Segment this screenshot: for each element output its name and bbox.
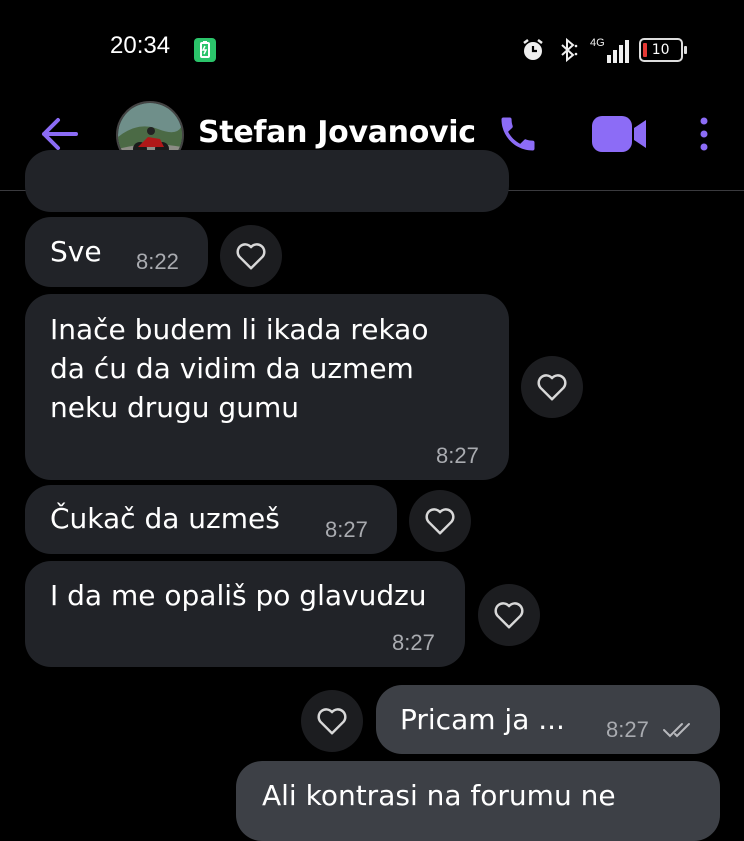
double-check-icon bbox=[662, 712, 696, 750]
previous-message-bubble bbox=[25, 150, 509, 212]
message-text-line: Inače budem li ikada rekao bbox=[50, 313, 429, 346]
status-time: 20:34 bbox=[110, 32, 171, 59]
message-text-line: neku drugu gumu bbox=[50, 391, 299, 424]
message-bubble[interactable]: I da me opališ po glavudzu 8:27 bbox=[25, 561, 465, 667]
signal-icon bbox=[606, 40, 629, 63]
contact-name[interactable]: Stefan Jovanovic bbox=[198, 115, 476, 150]
message-time: 8:27 bbox=[325, 517, 368, 542]
network-type: 4G bbox=[590, 37, 605, 49]
battery-level: 10 bbox=[651, 42, 670, 58]
outgoing-message-bubble[interactable]: Pricam ja ... 8:27 bbox=[376, 685, 720, 754]
message-bubble[interactable]: Čukač da uzmeš 8:27 bbox=[25, 485, 397, 554]
message-time: 8:27 bbox=[436, 443, 479, 468]
alarm-icon bbox=[523, 39, 543, 60]
heart-icon[interactable] bbox=[220, 225, 282, 287]
video-icon[interactable] bbox=[590, 112, 648, 156]
battery-saver-icon bbox=[194, 38, 216, 62]
message-text: Ali kontrasi na forumu ne bbox=[262, 779, 616, 812]
heart-icon[interactable] bbox=[521, 356, 583, 418]
heart-icon[interactable] bbox=[478, 584, 540, 646]
message-time: 8:27 bbox=[606, 717, 649, 742]
message-bubble[interactable]: Inače budem li ikada rekao da ću da vidi… bbox=[25, 294, 509, 480]
outgoing-message-bubble[interactable]: Ali kontrasi na forumu ne bbox=[236, 761, 720, 841]
message-text: I da me opališ po glavudzu bbox=[50, 579, 427, 612]
message-text: Čukač da uzmeš bbox=[50, 502, 280, 535]
status-icons: 4G 10 bbox=[520, 34, 687, 66]
network-indicator: 4G bbox=[590, 37, 629, 63]
message-text-line: da ću da vidim da uzmem bbox=[50, 352, 414, 385]
back-arrow-icon[interactable] bbox=[38, 116, 82, 152]
message-time: 8:27 bbox=[392, 630, 435, 655]
message-text: Pricam ja ... bbox=[400, 703, 565, 736]
heart-icon[interactable] bbox=[301, 690, 363, 752]
phone-icon[interactable] bbox=[496, 112, 540, 156]
bluetooth-icon bbox=[561, 37, 578, 63]
battery-icon: 10 bbox=[638, 38, 687, 62]
message-text: Sve bbox=[50, 235, 102, 268]
message-bubble[interactable]: Sve 8:22 bbox=[25, 217, 208, 287]
more-icon[interactable] bbox=[696, 114, 712, 154]
heart-icon[interactable] bbox=[409, 490, 471, 552]
message-time: 8:22 bbox=[136, 249, 179, 274]
